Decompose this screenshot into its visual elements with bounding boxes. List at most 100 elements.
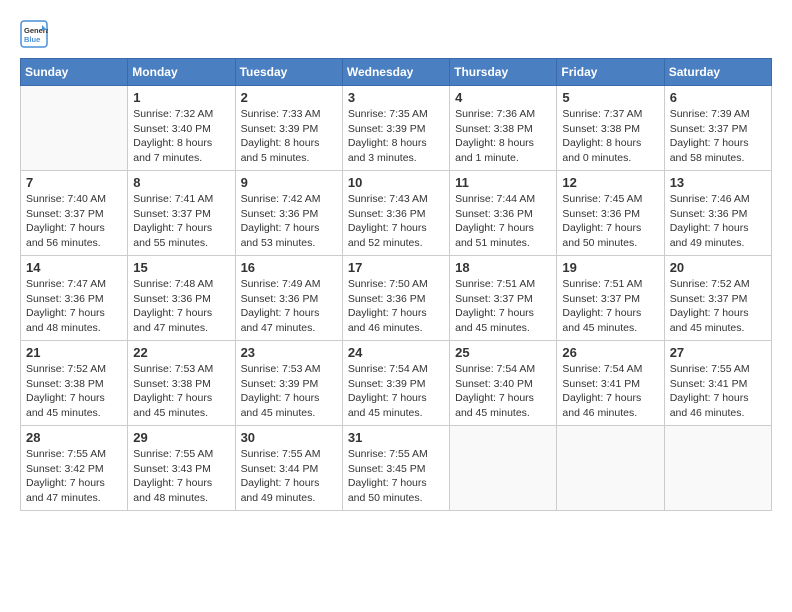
day-number: 30 — [241, 430, 337, 445]
week-row-3: 14 Sunrise: 7:47 AMSunset: 3:36 PMDayligh… — [21, 256, 772, 341]
calendar-header-row: SundayMondayTuesdayWednesdayThursdayFrid… — [21, 59, 772, 86]
day-info: Sunrise: 7:43 AMSunset: 3:36 PMDaylight:… — [348, 192, 444, 251]
day-number: 8 — [133, 175, 229, 190]
day-cell: 2 Sunrise: 7:33 AMSunset: 3:39 PMDaylight… — [235, 86, 342, 171]
day-info: Sunrise: 7:46 AMSunset: 3:36 PMDaylight:… — [670, 192, 766, 251]
day-cell: 28 Sunrise: 7:55 AMSunset: 3:42 PMDayligh… — [21, 426, 128, 511]
day-info: Sunrise: 7:39 AMSunset: 3:37 PMDaylight:… — [670, 107, 766, 166]
day-cell: 3Sunrise: 7:35 AMSunset: 3:39 PMDaylight… — [342, 86, 449, 171]
logo-icon: General Blue — [20, 20, 48, 48]
logo: General Blue — [20, 20, 54, 48]
day-cell: 10 Sunrise: 7:43 AMSunset: 3:36 PMDayligh… — [342, 171, 449, 256]
day-number: 28 — [26, 430, 122, 445]
day-info: Sunrise: 7:54 AMSunset: 3:39 PMDaylight:… — [348, 362, 444, 421]
day-number: 27 — [670, 345, 766, 360]
svg-text:General: General — [24, 26, 48, 35]
week-row-5: 28 Sunrise: 7:55 AMSunset: 3:42 PMDayligh… — [21, 426, 772, 511]
day-info: Sunrise: 7:55 AMSunset: 3:42 PMDaylight:… — [26, 447, 122, 506]
day-cell: 5Sunrise: 7:37 AMSunset: 3:38 PMDaylight… — [557, 86, 664, 171]
day-cell: 29Sunrise: 7:55 AMSunset: 3:43 PMDayligh… — [128, 426, 235, 511]
week-row-1: 1 Sunrise: 7:32 AMSunset: 3:40 PMDaylight… — [21, 86, 772, 171]
day-number: 25 — [455, 345, 551, 360]
day-info: Sunrise: 7:36 AMSunset: 3:38 PMDaylight:… — [455, 107, 551, 166]
day-info: Sunrise: 7:32 AMSunset: 3:40 PMDaylight:… — [133, 107, 229, 166]
day-number: 14 — [26, 260, 122, 275]
day-info: Sunrise: 7:51 AMSunset: 3:37 PMDaylight:… — [562, 277, 658, 336]
day-info: Sunrise: 7:47 AMSunset: 3:36 PMDaylight:… — [26, 277, 122, 336]
day-cell: 27Sunrise: 7:55 AMSunset: 3:41 PMDayligh… — [664, 341, 771, 426]
day-cell: 15Sunrise: 7:48 AMSunset: 3:36 PMDayligh… — [128, 256, 235, 341]
day-number: 4 — [455, 90, 551, 105]
day-info: Sunrise: 7:49 AMSunset: 3:36 PMDaylight:… — [241, 277, 337, 336]
day-number: 17 — [348, 260, 444, 275]
day-cell: 8 Sunrise: 7:41 AMSunset: 3:37 PMDaylight… — [128, 171, 235, 256]
day-number: 26 — [562, 345, 658, 360]
day-cell: 16 Sunrise: 7:49 AMSunset: 3:36 PMDayligh… — [235, 256, 342, 341]
header-sunday: Sunday — [21, 59, 128, 86]
day-cell: 13 Sunrise: 7:46 AMSunset: 3:36 PMDayligh… — [664, 171, 771, 256]
day-info: Sunrise: 7:41 AMSunset: 3:37 PMDaylight:… — [133, 192, 229, 251]
day-cell: 26 Sunrise: 7:54 AMSunset: 3:41 PMDayligh… — [557, 341, 664, 426]
header-monday: Monday — [128, 59, 235, 86]
day-number: 23 — [241, 345, 337, 360]
day-number: 10 — [348, 175, 444, 190]
day-number: 11 — [455, 175, 551, 190]
calendar: SundayMondayTuesdayWednesdayThursdayFrid… — [20, 58, 772, 511]
day-info: Sunrise: 7:52 AMSunset: 3:38 PMDaylight:… — [26, 362, 122, 421]
header-friday: Friday — [557, 59, 664, 86]
day-number: 31 — [348, 430, 444, 445]
day-info: Sunrise: 7:54 AMSunset: 3:41 PMDaylight:… — [562, 362, 658, 421]
day-info: Sunrise: 7:53 AMSunset: 3:38 PMDaylight:… — [133, 362, 229, 421]
day-info: Sunrise: 7:42 AMSunset: 3:36 PMDaylight:… — [241, 192, 337, 251]
day-cell: 1 Sunrise: 7:32 AMSunset: 3:40 PMDaylight… — [128, 86, 235, 171]
day-info: Sunrise: 7:45 AMSunset: 3:36 PMDaylight:… — [562, 192, 658, 251]
day-number: 5 — [562, 90, 658, 105]
day-info: Sunrise: 7:52 AMSunset: 3:37 PMDaylight:… — [670, 277, 766, 336]
day-cell: 22Sunrise: 7:53 AMSunset: 3:38 PMDayligh… — [128, 341, 235, 426]
day-number: 20 — [670, 260, 766, 275]
day-cell — [557, 426, 664, 511]
header-saturday: Saturday — [664, 59, 771, 86]
day-info: Sunrise: 7:55 AMSunset: 3:45 PMDaylight:… — [348, 447, 444, 506]
day-info: Sunrise: 7:44 AMSunset: 3:36 PMDaylight:… — [455, 192, 551, 251]
day-cell: 18Sunrise: 7:51 AMSunset: 3:37 PMDayligh… — [450, 256, 557, 341]
day-cell: 4 Sunrise: 7:36 AMSunset: 3:38 PMDaylight… — [450, 86, 557, 171]
day-cell — [21, 86, 128, 171]
week-row-2: 7Sunrise: 7:40 AMSunset: 3:37 PMDaylight… — [21, 171, 772, 256]
day-number: 9 — [241, 175, 337, 190]
day-number: 6 — [670, 90, 766, 105]
day-cell — [450, 426, 557, 511]
page-header: General Blue — [20, 20, 772, 48]
day-cell: 11 Sunrise: 7:44 AMSunset: 3:36 PMDayligh… — [450, 171, 557, 256]
day-cell: 6 Sunrise: 7:39 AMSunset: 3:37 PMDaylight… — [664, 86, 771, 171]
day-number: 21 — [26, 345, 122, 360]
day-info: Sunrise: 7:55 AMSunset: 3:43 PMDaylight:… — [133, 447, 229, 506]
day-number: 24 — [348, 345, 444, 360]
day-number: 12 — [562, 175, 658, 190]
day-cell: 20 Sunrise: 7:52 AMSunset: 3:37 PMDayligh… — [664, 256, 771, 341]
header-thursday: Thursday — [450, 59, 557, 86]
day-number: 2 — [241, 90, 337, 105]
day-info: Sunrise: 7:33 AMSunset: 3:39 PMDaylight:… — [241, 107, 337, 166]
day-cell: 24 Sunrise: 7:54 AMSunset: 3:39 PMDayligh… — [342, 341, 449, 426]
day-number: 1 — [133, 90, 229, 105]
day-cell: 21 Sunrise: 7:52 AMSunset: 3:38 PMDayligh… — [21, 341, 128, 426]
day-info: Sunrise: 7:48 AMSunset: 3:36 PMDaylight:… — [133, 277, 229, 336]
day-cell: 7Sunrise: 7:40 AMSunset: 3:37 PMDaylight… — [21, 171, 128, 256]
header-wednesday: Wednesday — [342, 59, 449, 86]
week-row-4: 21 Sunrise: 7:52 AMSunset: 3:38 PMDayligh… — [21, 341, 772, 426]
day-number: 3 — [348, 90, 444, 105]
day-info: Sunrise: 7:54 AMSunset: 3:40 PMDaylight:… — [455, 362, 551, 421]
day-cell: 25 Sunrise: 7:54 AMSunset: 3:40 PMDayligh… — [450, 341, 557, 426]
day-number: 18 — [455, 260, 551, 275]
day-cell: 12 Sunrise: 7:45 AMSunset: 3:36 PMDayligh… — [557, 171, 664, 256]
day-cell — [664, 426, 771, 511]
day-number: 13 — [670, 175, 766, 190]
day-number: 7 — [26, 175, 122, 190]
day-cell: 23Sunrise: 7:53 AMSunset: 3:39 PMDayligh… — [235, 341, 342, 426]
day-cell: 14 Sunrise: 7:47 AMSunset: 3:36 PMDayligh… — [21, 256, 128, 341]
day-number: 16 — [241, 260, 337, 275]
day-cell: 9 Sunrise: 7:42 AMSunset: 3:36 PMDaylight… — [235, 171, 342, 256]
day-cell: 31 Sunrise: 7:55 AMSunset: 3:45 PMDayligh… — [342, 426, 449, 511]
day-number: 19 — [562, 260, 658, 275]
